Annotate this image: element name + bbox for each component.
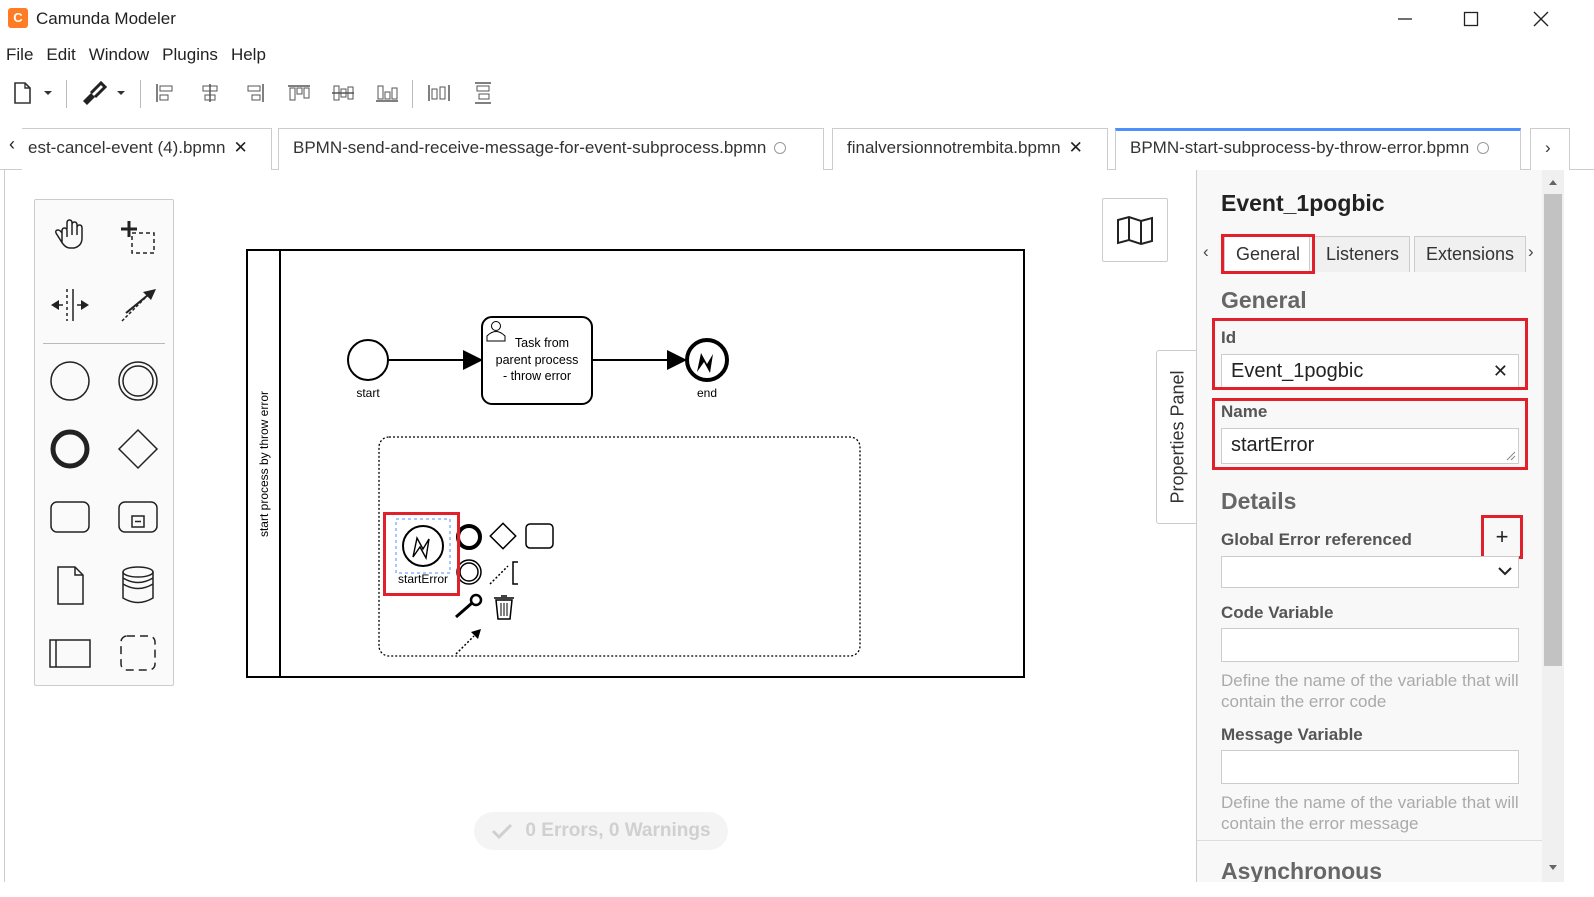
- message-variable-field[interactable]: [1221, 750, 1519, 784]
- tabs-scroll-right-icon: ›: [1545, 138, 1551, 157]
- task-icon: [50, 501, 90, 533]
- close-icon: [1533, 11, 1549, 27]
- task-label-line: - throw error: [502, 369, 572, 383]
- space-tool[interactable]: [45, 280, 95, 330]
- linting-status-text: 0 Errors, 0 Warnings: [525, 820, 711, 841]
- unsaved-indicator-icon: [1477, 142, 1490, 154]
- create-pool[interactable]: [45, 628, 95, 678]
- general-heading: General: [1221, 287, 1307, 313]
- tab-extensions[interactable]: Extensions: [1414, 236, 1526, 272]
- chevron-down-icon: [1498, 567, 1512, 576]
- wrench-icon[interactable]: [455, 593, 483, 619]
- map-icon: [1117, 215, 1153, 246]
- create-task[interactable]: [45, 492, 95, 542]
- element-id-title: Event_1pogbic: [1221, 190, 1385, 216]
- palette-separator: [43, 343, 165, 344]
- linting-status[interactable]: 0 Errors, 0 Warnings: [474, 812, 728, 850]
- create-subprocess[interactable]: [113, 492, 163, 542]
- hand-tool[interactable]: [45, 212, 95, 262]
- space-tool-icon: [51, 289, 89, 321]
- intermediate-event-icon: [118, 361, 158, 401]
- details-heading: Details: [1221, 488, 1297, 514]
- highlight-add-button: [1481, 515, 1523, 559]
- create-data-store[interactable]: [113, 560, 163, 610]
- trash-icon[interactable]: [494, 595, 514, 620]
- properties-panel-toggle[interactable]: Properties Panel: [1156, 350, 1198, 524]
- tool-palette: [34, 199, 174, 686]
- code-variable-label: Code Variable: [1221, 603, 1334, 622]
- global-connect-tool[interactable]: [113, 280, 163, 330]
- global-error-select[interactable]: [1221, 556, 1519, 588]
- hand-icon: [55, 219, 83, 249]
- message-variable-label: Message Variable: [1221, 725, 1363, 744]
- tabs-scroll-right-button[interactable]: ›: [1530, 128, 1570, 170]
- minimap-toggle-button[interactable]: [1102, 198, 1168, 262]
- global-error-label: Global Error referenced: [1221, 530, 1412, 549]
- pool-label-container: start process by throw error: [247, 250, 280, 677]
- create-end-event[interactable]: [45, 424, 95, 474]
- pool-icon: [49, 639, 91, 668]
- create-data-object[interactable]: [45, 560, 95, 610]
- section-divider: [1197, 840, 1542, 841]
- checkmark-icon: [492, 823, 513, 840]
- pool[interactable]: [246, 249, 1025, 678]
- data-object-icon: [57, 566, 84, 605]
- data-store-icon: [122, 566, 154, 604]
- asynchronous-heading[interactable]: Asynchronous: [1221, 858, 1382, 882]
- start-event-label: start: [356, 386, 380, 400]
- properties-scrollbar[interactable]: [1542, 170, 1564, 882]
- end-event-label: end: [696, 386, 718, 400]
- maximize-button[interactable]: [1448, 0, 1494, 38]
- scroll-down-icon[interactable]: [1548, 864, 1558, 872]
- end-event-icon: [50, 429, 90, 469]
- minimize-icon: [1398, 18, 1412, 20]
- task-label-line: Task from: [514, 336, 570, 350]
- highlight-name-field: [1212, 398, 1528, 470]
- properties-panel: Event_1pogbic ‹ General Listeners Extens…: [1196, 170, 1542, 882]
- group-icon: [120, 635, 156, 671]
- task-label-line: parent process: [495, 352, 579, 367]
- bpmn-diagram: [246, 249, 1025, 678]
- minimize-button[interactable]: [1382, 0, 1428, 38]
- scrollbar-thumb[interactable]: [1544, 194, 1562, 666]
- gateway-icon: [117, 428, 159, 470]
- append-end-event-icon[interactable]: [456, 524, 482, 550]
- append-gateway-icon[interactable]: [489, 522, 517, 550]
- create-start-event[interactable]: [45, 356, 95, 406]
- append-task-icon[interactable]: [525, 523, 554, 549]
- code-variable-field[interactable]: [1221, 628, 1519, 662]
- error-end-event[interactable]: [685, 338, 729, 382]
- pool-label: start process by throw error: [256, 390, 271, 537]
- close-window-button[interactable]: [1518, 0, 1564, 38]
- connect-arrow-icon: [121, 289, 156, 322]
- subprocess-icon: [118, 501, 158, 533]
- text-annotation-icon[interactable]: [489, 561, 518, 585]
- start-event[interactable]: [347, 339, 389, 381]
- highlight-general-tab: [1221, 234, 1315, 274]
- create-gateway[interactable]: [113, 424, 163, 474]
- create-intermediate-event[interactable]: [113, 356, 163, 406]
- lasso-tool[interactable]: [113, 212, 163, 262]
- start-event-icon: [50, 361, 90, 401]
- props-tabs-scroll-right-icon[interactable]: ›: [1528, 242, 1534, 262]
- connect-arrow-icon[interactable]: [455, 629, 481, 655]
- props-tabs-scroll-left-icon[interactable]: ‹: [1203, 242, 1209, 262]
- lasso-icon: [121, 221, 155, 254]
- highlight-error-start-event: [383, 512, 460, 596]
- code-variable-description: Define the name of the variable that wil…: [1221, 671, 1519, 711]
- maximize-icon: [1463, 11, 1479, 27]
- message-variable-description: Define the name of the variable that wil…: [1221, 793, 1519, 833]
- create-group[interactable]: [113, 628, 163, 678]
- task-label: Task from parent process - throw error: [482, 335, 592, 385]
- highlight-id-field: [1212, 318, 1528, 390]
- properties-panel-toggle-label: Properties Panel: [1167, 370, 1187, 504]
- scroll-up-icon[interactable]: [1548, 178, 1558, 186]
- tab-listeners[interactable]: Listeners: [1314, 236, 1410, 272]
